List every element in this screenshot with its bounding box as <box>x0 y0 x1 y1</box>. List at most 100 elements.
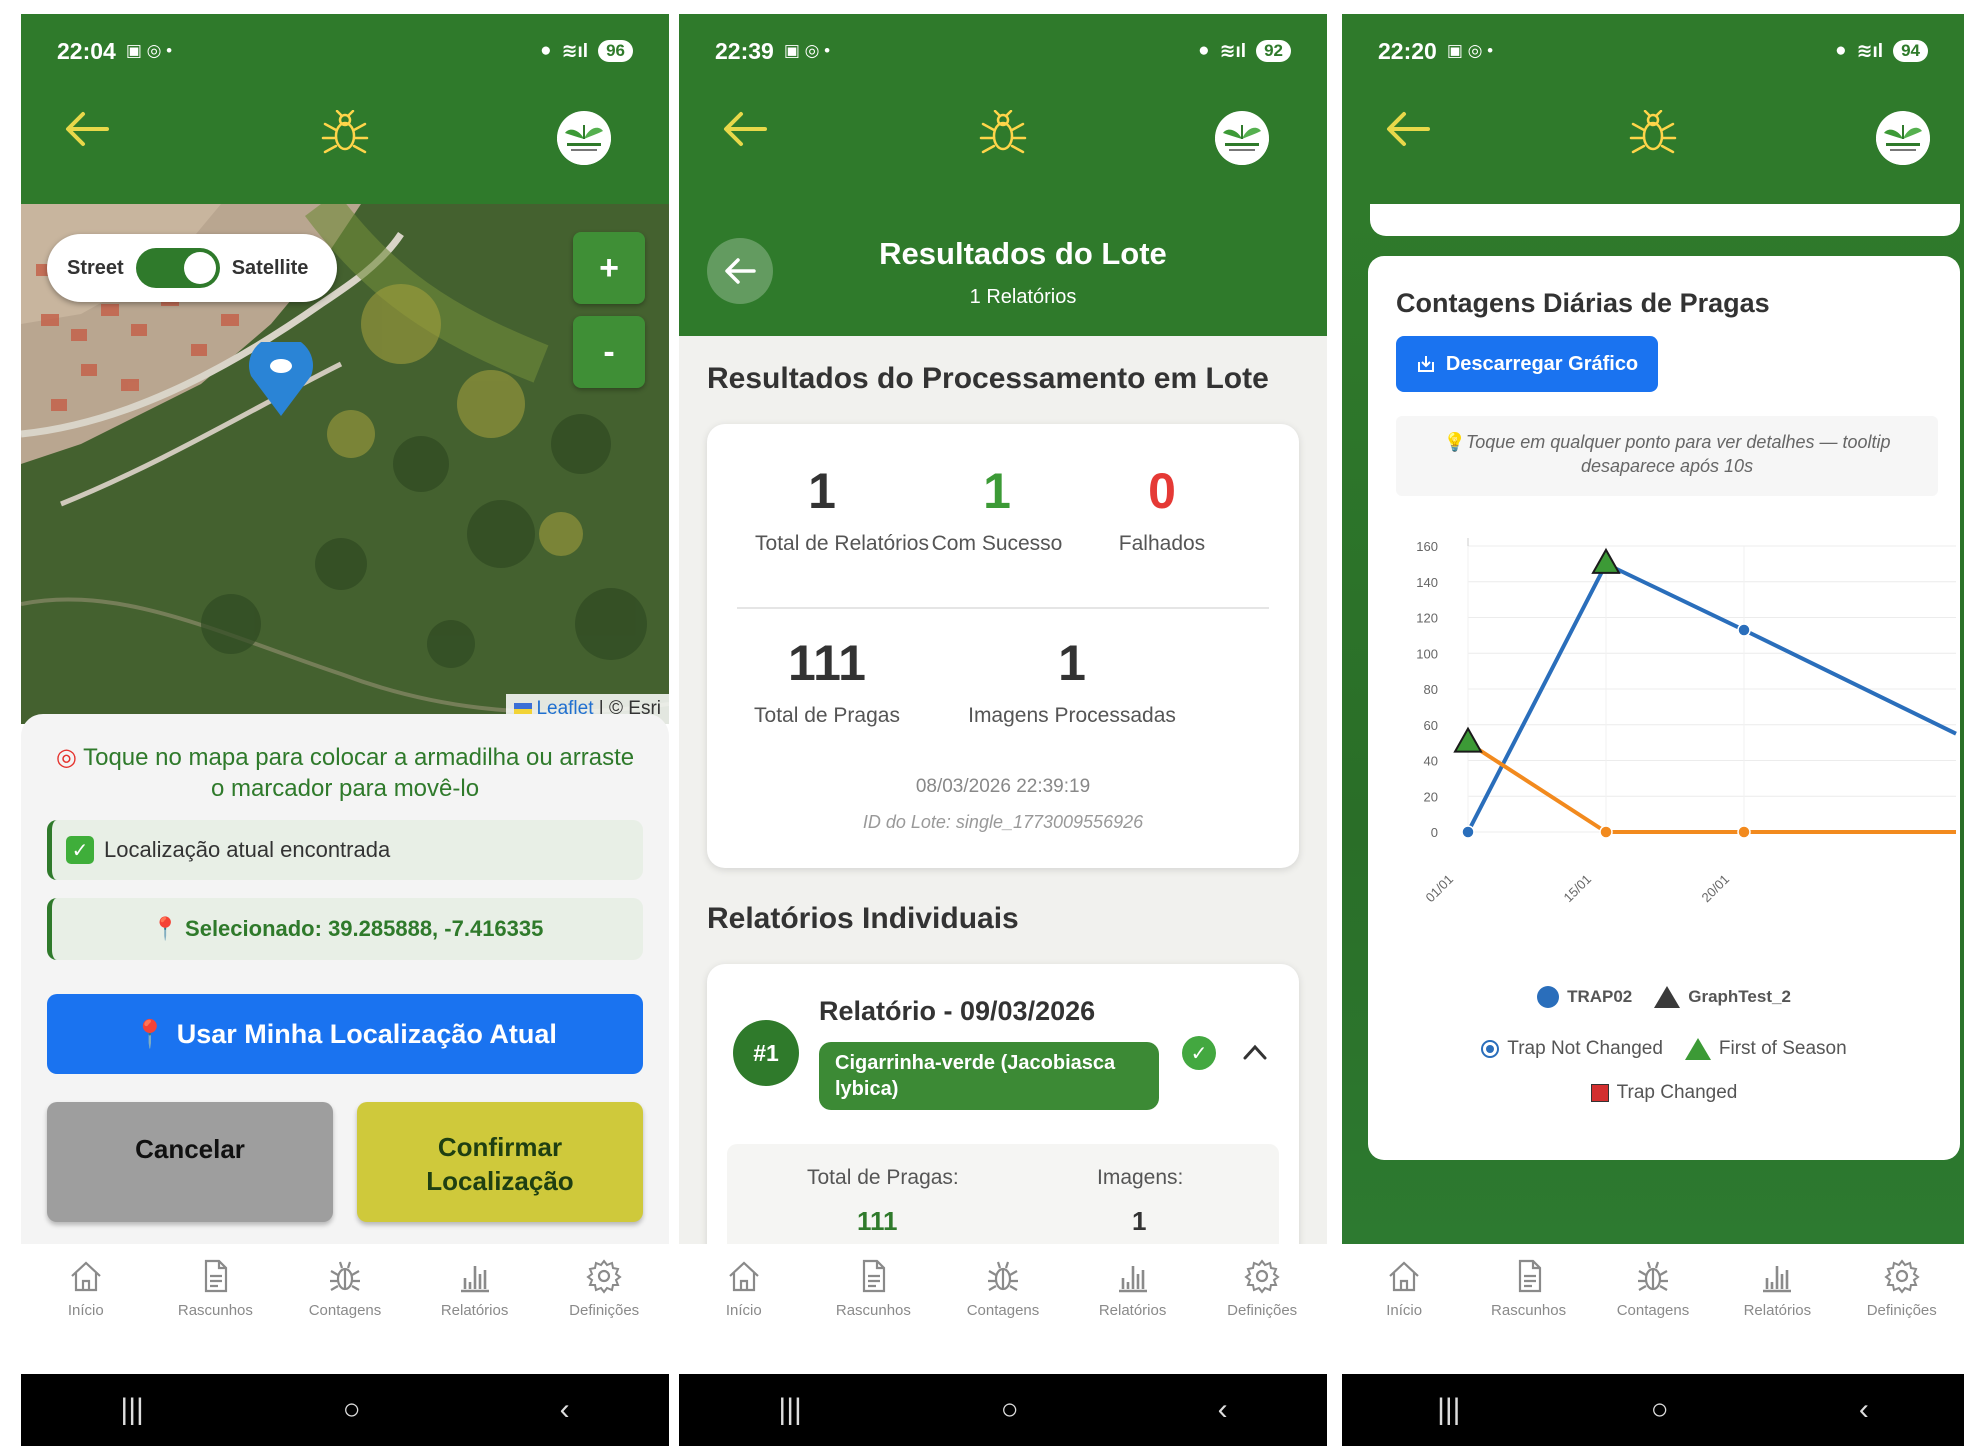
images-processed-label: Imagens Processadas <box>968 704 1176 727</box>
tooltip-hint: 💡Toque em qualquer ponto para ver detalh… <box>1396 416 1938 496</box>
system-back-icon[interactable]: ‹ <box>1859 1393 1869 1427</box>
home-circle-icon[interactable]: ○ <box>1001 1393 1019 1427</box>
nav-contagens[interactable]: Contagens <box>1598 1256 1708 1319</box>
system-back-icon[interactable]: ‹ <box>560 1393 570 1427</box>
recents-icon[interactable]: ||| <box>778 1393 801 1427</box>
nav-label: Rascunhos <box>177 1302 253 1319</box>
checkbox-icon: ✓ <box>66 836 94 864</box>
system-navigation-bar: ||| ○ ‹ <box>679 1374 1327 1446</box>
legend-triangle-icon <box>1654 986 1681 1008</box>
bottom-navigation: Início Rascunhos Contagens Relatórios De… <box>679 1244 1327 1354</box>
target-icon: ◎ <box>55 744 84 771</box>
plant-protect-avatar[interactable] <box>557 111 611 165</box>
status-bar: 22:39 ▣ ◎ • ● ≋ıl 92 <box>715 36 1291 66</box>
nav-label: Contagens <box>966 1302 1040 1319</box>
x-tick-label: 01/01 <box>1423 872 1457 906</box>
nav-contagens[interactable]: Contagens <box>948 1256 1058 1319</box>
download-icon <box>1417 356 1434 372</box>
report-details: Total de Pragas: 111 Imagens: 1 <box>727 1144 1279 1244</box>
home-icon <box>729 1261 759 1292</box>
street-satellite-switch[interactable] <box>135 248 220 288</box>
app-logo-bug-icon <box>977 109 1029 172</box>
plant-protect-avatar[interactable] <box>1215 111 1269 165</box>
zoom-out-button[interactable]: - <box>573 316 645 388</box>
cancel-button[interactable]: Cancelar <box>47 1102 333 1222</box>
report-card[interactable]: #1 Relatório - 09/03/2026 Cigarrinha-ver… <box>707 964 1299 1244</box>
nav-definicoes[interactable]: Definições <box>1847 1256 1957 1319</box>
tooltip-hint-text: Toque em qualquer ponto para ver detalhe… <box>1465 432 1891 476</box>
nav-inicio[interactable]: Início <box>689 1256 799 1319</box>
legend-square-icon <box>1590 1084 1609 1102</box>
marker-legend: Trap Not Changed First of Season <box>1368 1038 1960 1060</box>
app-logo-bug-icon <box>1627 109 1679 172</box>
nav-contagens[interactable]: Contagens <box>290 1256 400 1319</box>
download-label: Descarregar Gráfico <box>1445 352 1639 375</box>
failed-label: Falhados <box>1118 532 1206 555</box>
wifi-signal-icon: ≋ıl <box>1856 40 1884 62</box>
screen-trap-location: 22:04 ▣ ◎ • ● ≋ıl 96 Street Satellite + … <box>21 14 669 1446</box>
batch-section-title: Resultados do Processamento em Lote <box>707 362 1269 395</box>
confirm-location-button[interactable]: Confirmar Localização <box>357 1102 643 1222</box>
back-arrow-icon[interactable] <box>63 109 109 149</box>
map-marker-icon[interactable] <box>243 342 319 418</box>
check-circle-icon: ✓ <box>1182 1036 1216 1070</box>
recents-icon[interactable]: ||| <box>120 1393 143 1427</box>
y-tick-label: 20 <box>1424 789 1438 804</box>
status-time: 22:39 <box>715 37 774 64</box>
batch-summary-card: 1 Total de Relatórios 1 Com Sucesso 0 Fa… <box>707 424 1299 868</box>
nav-inicio[interactable]: Início <box>31 1256 141 1319</box>
zoom-in-button[interactable]: + <box>573 232 645 304</box>
system-back-icon[interactable]: ‹ <box>1218 1393 1228 1427</box>
home-circle-icon[interactable]: ○ <box>343 1393 361 1427</box>
batch-date: 08/03/2026 22:39:19 <box>915 776 1091 797</box>
nav-label: Rascunhos <box>835 1302 911 1319</box>
chevron-up-icon[interactable] <box>1237 1034 1273 1070</box>
legend-trap-changed: Trap Changed <box>1590 1082 1737 1104</box>
legend-trap02[interactable]: TRAP02 <box>1537 986 1632 1008</box>
bug-icon <box>987 1261 1018 1291</box>
download-chart-button[interactable]: Descarregar Gráfico <box>1396 336 1658 392</box>
nav-inicio[interactable]: Início <box>1349 1256 1459 1319</box>
map-style-toggle[interactable]: Street Satellite <box>47 234 337 302</box>
back-arrow-icon[interactable] <box>1384 109 1430 149</box>
use-location-label: Usar Minha Localização Atual <box>176 1018 557 1049</box>
action-buttons: Cancelar Confirmar Localização <box>47 1102 643 1222</box>
nav-rascunhos[interactable]: Rascunhos <box>1474 1256 1584 1319</box>
pin-icon: 📍 <box>133 1019 167 1049</box>
x-tick-label: 20/01 <box>1699 872 1733 906</box>
nav-rascunhos[interactable]: Rascunhos <box>160 1256 270 1319</box>
y-tick-label: 60 <box>1424 718 1438 733</box>
home-circle-icon[interactable]: ○ <box>1651 1393 1669 1427</box>
data-point <box>1737 825 1751 839</box>
report-pests-value: 111 <box>857 1206 898 1236</box>
selected-coords-text: Selecionado: 39.285888, -7.416335 <box>185 916 544 941</box>
location-icon: ● <box>1835 40 1847 61</box>
nav-relatorios[interactable]: Relatórios <box>1078 1256 1188 1319</box>
recents-icon[interactable]: ||| <box>1437 1393 1460 1427</box>
plant-protect-avatar[interactable] <box>1876 111 1930 165</box>
use-current-location-button[interactable]: 📍 Usar Minha Localização Atual <box>47 994 643 1074</box>
nav-rascunhos[interactable]: Rascunhos <box>818 1256 928 1319</box>
satellite-map[interactable]: Street Satellite + - Leaflet | © Esri <box>21 204 669 724</box>
bottom-navigation: Início Rascunhos Contagens Relatórios De… <box>21 1244 669 1354</box>
x-tick-label: 15/01 <box>1561 872 1595 906</box>
legend-graphtest[interactable]: GraphTest_2 <box>1654 986 1791 1008</box>
nav-relatorios[interactable]: Relatórios <box>420 1256 530 1319</box>
species-tag: Cigarrinha-verde (Jacobiasca lybica) <box>819 1042 1159 1110</box>
status-time: 22:04 <box>57 37 116 64</box>
report-number-badge: #1 <box>733 1020 799 1086</box>
pest-counts-chart[interactable]: 0 20 40 60 80 100 120 140 160 01/01 15/01 20/01 <box>1368 506 1960 946</box>
home-icon <box>71 1261 101 1292</box>
nav-definicoes[interactable]: Definições <box>1207 1256 1317 1319</box>
bug-icon <box>329 1261 360 1291</box>
data-point <box>1737 623 1751 637</box>
back-arrow-icon[interactable] <box>721 109 767 149</box>
nav-relatorios[interactable]: Relatórios <box>1722 1256 1832 1319</box>
battery-badge: 94 <box>1893 40 1928 62</box>
nav-definicoes[interactable]: Definições <box>549 1256 659 1319</box>
notification-icons: ▣ ◎ • <box>783 41 831 60</box>
legend-graphtest-label: GraphTest_2 <box>1688 987 1791 1006</box>
data-point <box>1461 825 1475 839</box>
total-pests-value: 111 <box>788 635 866 691</box>
nav-label: Definições <box>569 1302 640 1319</box>
